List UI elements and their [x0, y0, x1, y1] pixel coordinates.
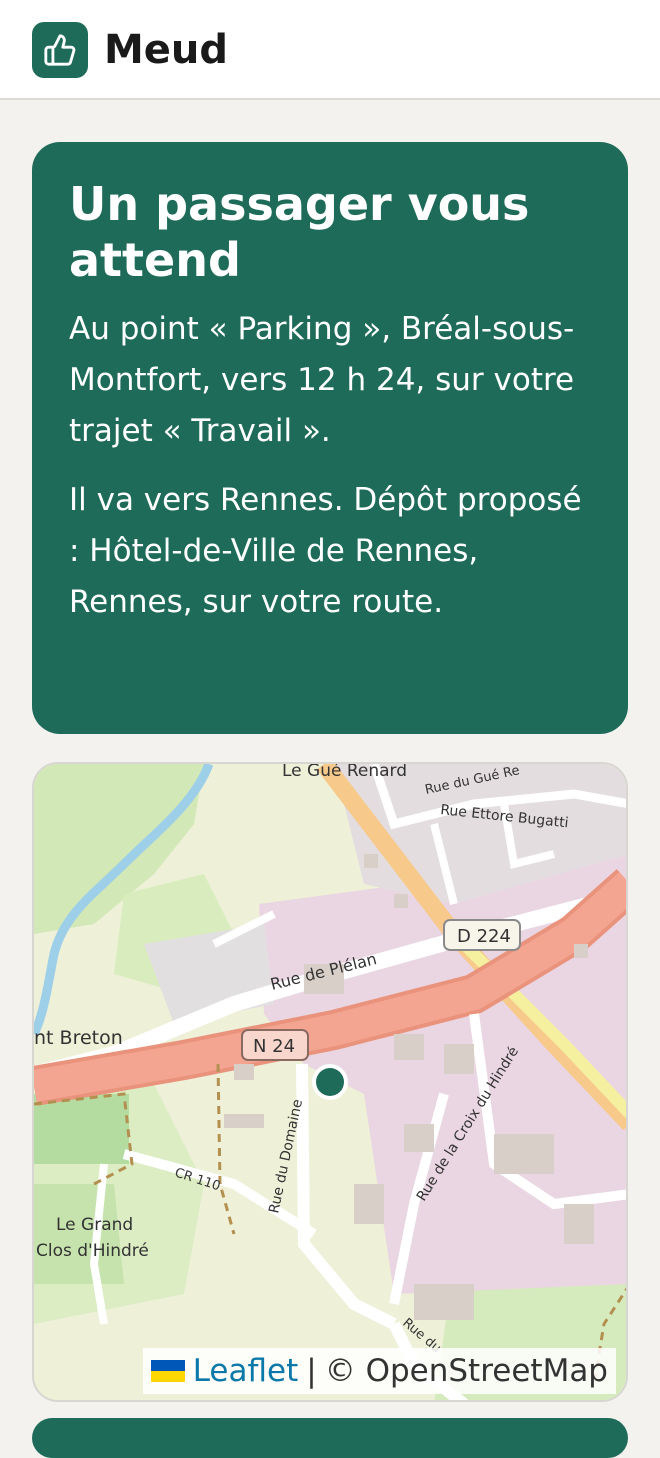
ukraine-flag-icon — [150, 1360, 185, 1382]
map-label-d224: D 224 — [457, 926, 511, 947]
dropoff-details: Il va vers Rennes. Dépôt proposé : Hôtel… — [69, 482, 582, 620]
pickup-details: Au point « Parking », Bréal-sous-Montfor… — [69, 311, 575, 449]
map-label-le-grand: Le Grand — [56, 1215, 133, 1235]
map-label-breton: nt Breton — [34, 1027, 123, 1049]
app-logo[interactable] — [32, 22, 88, 78]
app-title: Meud — [104, 27, 229, 73]
attribution-separator: | — [306, 1353, 317, 1389]
route-map[interactable]: Le Gué Renard Rue du Gué Re Rue Ettore B… — [32, 762, 628, 1402]
map-label-clos: Clos d'Hindré — [36, 1241, 149, 1261]
leaflet-link[interactable]: Leaflet — [193, 1350, 299, 1392]
map-label-n24: N 24 — [253, 1036, 295, 1057]
thumbs-up-icon — [44, 34, 76, 66]
map-attribution: Leaflet | © OpenStreetMap — [142, 1348, 616, 1394]
app-header: Meud — [0, 0, 660, 100]
map-tiles[interactable]: Le Gué Renard Rue du Gué Re Rue Ettore B… — [34, 764, 628, 1402]
map-label-gue-renard: Le Gué Renard — [282, 764, 407, 781]
passenger-waiting-card: Un passager vous attend Au point « Parki… — [32, 142, 628, 734]
osm-attribution[interactable]: © OpenStreetMap — [325, 1350, 608, 1392]
card-title: Un passager vous attend — [69, 177, 530, 287]
next-card — [32, 1418, 628, 1458]
